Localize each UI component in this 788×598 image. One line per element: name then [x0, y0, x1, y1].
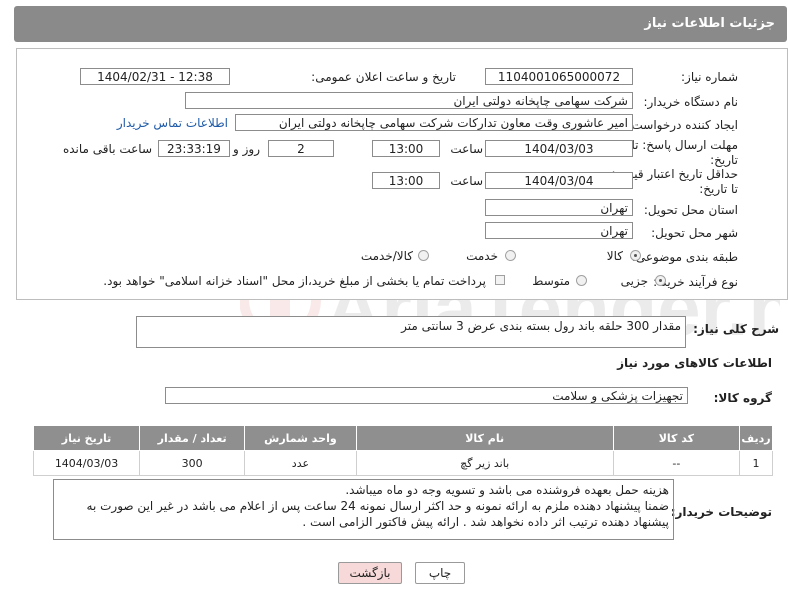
col-name: نام کالا [355, 425, 614, 451]
process-option-medium: متوسط [532, 274, 570, 288]
category-radio-goods[interactable] [630, 250, 641, 261]
page-header: جزئیات اطلاعات نیاز [14, 6, 787, 42]
category-radio-service[interactable] [505, 250, 516, 261]
col-row: ردیف [739, 425, 773, 451]
page-title: جزئیات اطلاعات نیاز [644, 16, 775, 31]
buyer-notes-line-2: ضمنا پیشنهاد دهنده ملزم به ارائه نمونه و… [86, 499, 669, 513]
deadline-date-field: 1404/03/03 [485, 140, 633, 157]
buyer-field: شرکت سهامی چاپخانه دولتی ایران [185, 92, 633, 109]
need-number-field: 1104001065000072 [485, 68, 633, 85]
category-option-goods: کالا [606, 249, 623, 263]
description-textarea: مقدار 300 حلقه باند رول بسته بندی عرض 3 … [136, 316, 686, 348]
days-label: روز و [233, 142, 260, 156]
city-label: شهر محل تحویل: [651, 226, 738, 240]
deadline-label-2: تاریخ: [710, 153, 738, 167]
deadline-label-1: مهلت ارسال پاسخ: تا [631, 138, 738, 152]
goods-table: ردیف کد کالا نام کالا واحد شمارش تعداد /… [32, 425, 773, 476]
buyer-notes-line-1: هزینه حمل بعهده فروشنده می باشد و تسویه … [345, 483, 669, 497]
category-option-goods-service: کالا/خدمت [360, 249, 413, 263]
process-radio-medium[interactable] [576, 275, 587, 286]
deadline-time-field: 13:00 [372, 140, 440, 157]
goods-group-label: گروه کالا: [713, 391, 772, 405]
province-field: تهران [485, 199, 633, 216]
contact-info-link[interactable]: اطلاعات تماس خریدار [117, 116, 228, 130]
validity-time-field: 13:00 [372, 172, 440, 189]
remaining-time-field: 23:33:19 [158, 140, 230, 157]
creator-field: امیر عاشوری وقت معاون تدارکات شرکت سهامی… [235, 114, 633, 131]
treasury-payment-note: پرداخت تمام یا بخشی از مبلغ خرید،از محل … [103, 274, 486, 288]
need-number-label: شماره نیاز: [681, 70, 738, 84]
print-button[interactable]: چاپ [415, 562, 465, 584]
cell-date: 1404/03/03 [32, 450, 141, 476]
buyer-notes-textarea: هزینه حمل بعهده فروشنده می باشد و تسویه … [53, 479, 674, 540]
city-field: تهران [485, 222, 633, 239]
cell-unit: عدد [244, 450, 357, 476]
back-button[interactable]: بازگشت [338, 562, 402, 584]
creator-label: ایجاد کننده درخواست: [627, 118, 738, 132]
cell-quantity: 300 [139, 450, 246, 476]
remaining-label: ساعت باقی مانده [62, 142, 152, 156]
category-option-service: خدمت [466, 249, 498, 263]
goods-table-header: ردیف کد کالا نام کالا واحد شمارش تعداد /… [32, 425, 773, 451]
days-field: 2 [268, 140, 334, 157]
validity-label-2: تا تاریخ: [699, 182, 738, 196]
buyer-label: نام دستگاه خریدار: [643, 95, 739, 109]
buyer-notes-line-3: پیشنهاد دهنده ترتیب اثر داده نخواهد شد .… [302, 515, 669, 529]
category-label: طبقه بندی موضوعی: [631, 250, 738, 264]
description-label: شرح کلی نیاز: [693, 322, 779, 336]
province-label: استان محل تحویل: [643, 203, 738, 217]
announce-label: تاریخ و ساعت اعلان عمومی: [311, 70, 456, 84]
cell-row: 1 [739, 450, 773, 476]
buyer-notes-label: توضیحات خریدار: [670, 505, 772, 519]
col-quantity: تعداد / مقدار [139, 425, 246, 451]
process-option-minor: جزیی [620, 274, 648, 288]
goods-group-field: تجهیزات پزشکی و سلامت [165, 387, 688, 404]
validity-date-field: 1404/03/04 [485, 172, 633, 189]
process-radio-minor[interactable] [655, 275, 666, 286]
col-unit: واحد شمارش [244, 425, 357, 451]
goods-section-title: اطلاعات کالاهای مورد نیاز [617, 356, 772, 370]
col-code: کد کالا [612, 425, 741, 451]
col-date: تاریخ نیاز [32, 425, 141, 451]
category-radio-goods-service[interactable] [418, 250, 429, 261]
deadline-time-label: ساعت [450, 142, 483, 156]
validity-time-label: ساعت [450, 174, 483, 188]
cell-name: باند زیر گچ [355, 450, 614, 476]
cell-code: -- [612, 450, 741, 476]
table-row: 1 -- باند زیر گچ عدد 300 1404/03/03 [32, 450, 773, 476]
treasury-payment-checkbox[interactable] [495, 275, 505, 285]
announce-field: 1404/02/31 - 12:38 [80, 68, 230, 85]
process-label: نوع فرآیند خرید : [653, 275, 738, 289]
